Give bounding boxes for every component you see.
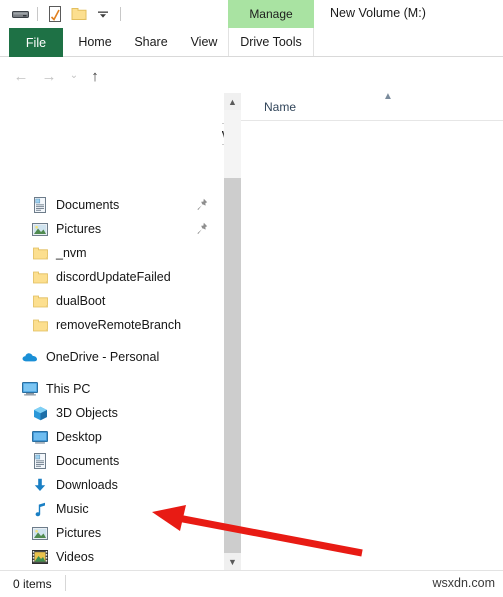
sidebar-item-music[interactable]: Music	[0, 497, 222, 521]
recent-locations-button[interactable]: ⌄	[64, 66, 84, 86]
music-icon	[32, 501, 48, 517]
scroll-up-icon[interactable]: ▲	[224, 93, 241, 110]
documents-icon	[32, 453, 48, 469]
window-title: New Volume (M:)	[330, 6, 426, 20]
navigation-pane: Documents Pictures _nvm discordUpdateFailed…	[0, 93, 222, 570]
scrollbar-thumb[interactable]	[224, 110, 241, 178]
scroll-down-icon[interactable]: ▼	[224, 553, 241, 570]
sidebar-item-label: dualBoot	[56, 294, 106, 308]
tab-home[interactable]: Home	[70, 28, 120, 56]
contextual-tab-group-header: Manage	[228, 0, 314, 28]
drive-icon[interactable]	[10, 5, 30, 23]
pictures-icon	[32, 221, 48, 237]
desktop-icon	[32, 429, 48, 445]
tab-view[interactable]: View	[182, 28, 226, 56]
sidebar-item-3d-objects[interactable]: 3D Objects	[0, 401, 222, 425]
this-pc-icon	[22, 381, 38, 397]
sidebar-item-label: _nvm	[56, 246, 87, 260]
sidebar-item-label: Documents	[56, 198, 120, 212]
pictures-icon	[32, 525, 48, 541]
sidebar-item-label: Pictures	[56, 526, 102, 540]
back-button[interactable]: ←	[11, 66, 31, 86]
forward-button[interactable]: →	[39, 66, 59, 86]
quick-access-toolbar	[10, 4, 124, 24]
sort-ascending-icon: ▲	[383, 91, 393, 102]
sidebar-item-dualboot[interactable]: dualBoot	[0, 289, 222, 313]
new-folder-icon[interactable]	[69, 5, 89, 23]
sidebar-item-pictures[interactable]: Pictures	[0, 217, 222, 241]
qat-separator-2	[120, 7, 121, 21]
sidebar-item-label: Desktop	[56, 430, 102, 444]
tab-drive-tools[interactable]: Drive Tools	[228, 28, 314, 56]
customize-dropdown-icon[interactable]	[93, 5, 113, 23]
sidebar-item-label: discordUpdateFailed	[56, 270, 171, 284]
sidebar-item-label: 3D Objects	[56, 406, 118, 420]
sidebar-item-documents[interactable]: Documents	[0, 193, 222, 217]
sidebar-item-discordupdatefailed[interactable]: discordUpdateFailed	[0, 265, 222, 289]
folder-icon	[32, 269, 48, 285]
sidebar-item-desktop[interactable]: Desktop	[0, 425, 222, 449]
sidebar-item-this-pc[interactable]: This PC	[0, 377, 222, 401]
sidebar-item-removeremotebranch[interactable]: removeRemoteBranch	[0, 313, 222, 337]
navigation-pane-scrollbar[interactable]: ▲ ▼	[224, 93, 241, 570]
pin-icon[interactable]	[196, 198, 208, 212]
onedrive-icon	[22, 349, 38, 365]
sidebar-item-videos[interactable]: Videos	[0, 545, 222, 569]
sidebar-item-onedrive-personal[interactable]: OneDrive - Personal	[0, 345, 222, 369]
sidebar-item-label: OneDrive - Personal	[46, 350, 160, 364]
sidebar-item-pictures[interactable]: Pictures	[0, 521, 222, 545]
sidebar-item-label: Pictures	[56, 222, 102, 236]
file-list-pane[interactable]: Name ▲	[241, 91, 503, 570]
folder-icon	[32, 245, 48, 261]
item-count-label: 0 items	[13, 577, 52, 591]
sidebar-item-label: Music	[56, 502, 89, 516]
3d-objects-icon	[32, 405, 48, 421]
tab-share[interactable]: Share	[126, 28, 176, 56]
column-header-name[interactable]: Name	[264, 100, 296, 114]
ribbon-tab-strip: File Home Share View Drive Tools	[0, 28, 503, 57]
watermark-label: wsxdn.com	[432, 576, 495, 590]
properties-icon[interactable]	[45, 5, 65, 23]
sidebar-item-documents[interactable]: Documents	[0, 449, 222, 473]
file-explorer-window: Manage New Volume (M:) File Home Share V…	[0, 0, 503, 597]
sidebar-item-label: removeRemoteBranch	[56, 318, 182, 332]
pin-icon[interactable]	[196, 222, 208, 236]
status-bar: 0 items wsxdn.com	[0, 570, 503, 597]
downloads-icon	[32, 477, 48, 493]
documents-icon	[32, 197, 48, 213]
column-header-row: Name ▲	[241, 91, 503, 121]
sidebar-item-label: Documents	[56, 454, 120, 468]
sidebar-item-label: Downloads	[56, 478, 118, 492]
sidebar-item-nvm[interactable]: _nvm	[0, 241, 222, 265]
address-toolbar: ← → ⌄ ↑ › This PC › New Volume (M:) ⌄	[0, 58, 503, 145]
status-divider	[65, 575, 66, 591]
qat-separator-1	[37, 7, 38, 21]
videos-icon	[32, 549, 48, 565]
tab-file[interactable]: File	[9, 28, 63, 57]
sidebar-item-label: Videos	[56, 550, 94, 564]
sidebar-item-label: This PC	[46, 382, 91, 396]
up-button[interactable]: ↑	[85, 66, 105, 86]
sidebar-item-downloads[interactable]: Downloads	[0, 473, 222, 497]
folder-icon	[32, 317, 48, 333]
folder-icon	[32, 293, 48, 309]
title-bar: Manage New Volume (M:)	[0, 0, 503, 28]
